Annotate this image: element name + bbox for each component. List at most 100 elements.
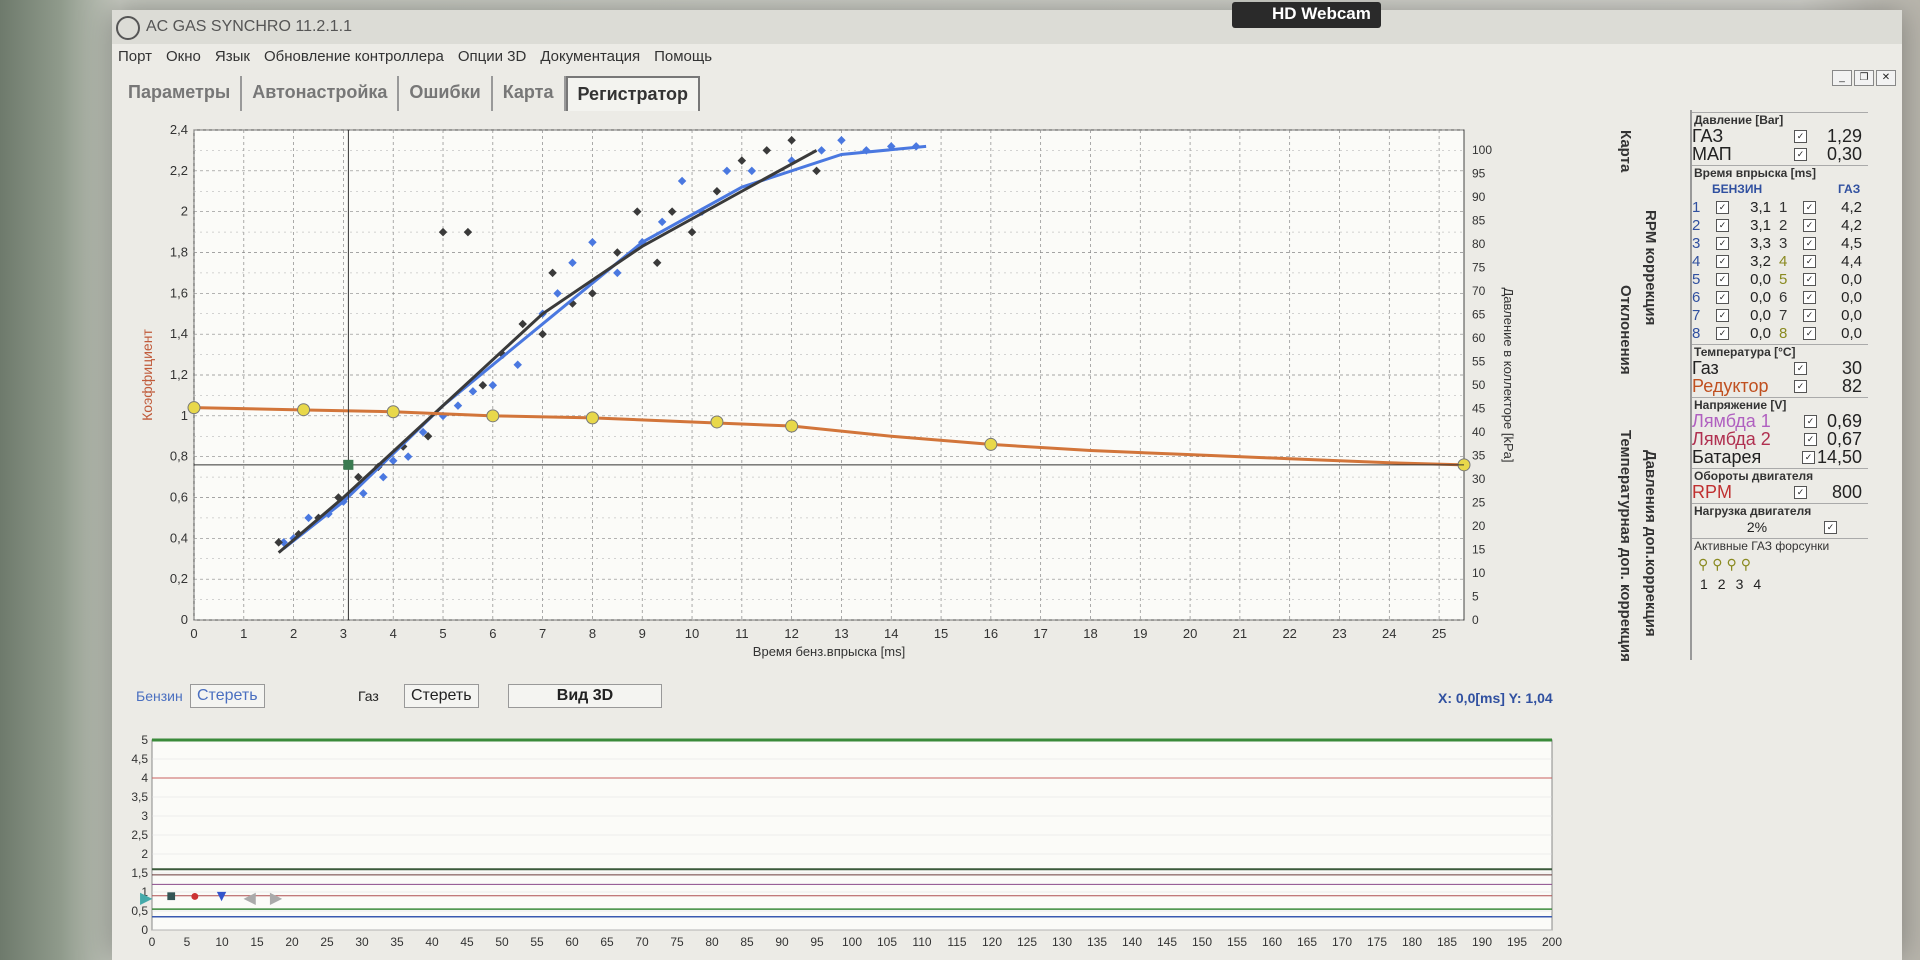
x-tick-label: 20 (1183, 626, 1197, 641)
x-tick-label: 9 (639, 626, 646, 641)
side-tab-rpm[interactable]: RPM коррекция (1642, 210, 1659, 325)
lambda2-checkbox[interactable]: ✓ (1804, 432, 1817, 446)
temp-reducer-row: Редуктор ✓ 82 (1692, 375, 1868, 396)
recorder-x-tick: 40 (425, 935, 439, 949)
recorder-x-tick: 70 (635, 935, 649, 949)
menu-item-help[interactable]: Помощь (654, 48, 712, 70)
menu-item-language[interactable]: Язык (215, 48, 250, 70)
restore-icon[interactable]: ❐ (1854, 70, 1874, 86)
injection-gas-checkbox[interactable]: ✓ (1803, 236, 1816, 250)
menu-item-options3d[interactable]: Опции 3D (458, 48, 526, 70)
injection-gas-checkbox[interactable]: ✓ (1803, 218, 1816, 232)
x-tick-label: 17 (1033, 626, 1047, 641)
screen: AC GAS SYNCHRO 11.2.1.1 HD Webcam _ ❐ ✕ … (112, 2, 1902, 960)
injection-row-number: 2 (1692, 216, 1701, 234)
rpm-label: RPM (1692, 481, 1732, 502)
x-tick-label: 2 (290, 626, 297, 641)
y-tick-label: 0,2 (170, 571, 188, 586)
injection-gas-checkbox[interactable]: ✓ (1803, 254, 1816, 268)
injection-benzin-checkbox[interactable]: ✓ (1716, 290, 1729, 304)
side-tab-temp-corr[interactable]: Температурная доп. коррекция (1617, 430, 1634, 662)
injection-header: БЕНЗИН ГАЗ (1692, 180, 1868, 198)
menu-item-port[interactable]: Порт (118, 48, 152, 70)
pressure-gas-checkbox[interactable]: ✓ (1794, 129, 1807, 143)
temp-reducer-checkbox[interactable]: ✓ (1794, 379, 1807, 393)
x-axis-label: Время бенз.впрыска [ms] (753, 644, 905, 659)
map-node (297, 403, 311, 417)
temp-gas-checkbox[interactable]: ✓ (1794, 361, 1807, 375)
tab-autotune[interactable]: Автонастройка (242, 76, 400, 111)
injection-benzin-checkbox[interactable]: ✓ (1716, 236, 1729, 250)
injection-gas-checkbox[interactable]: ✓ (1803, 290, 1816, 304)
recorder-x-tick: 145 (1157, 935, 1177, 949)
injection-gas-checkbox[interactable]: ✓ (1803, 200, 1816, 214)
recorder-x-tick: 175 (1367, 935, 1387, 949)
side-tab-map[interactable]: Карта (1617, 130, 1634, 172)
side-tab-deviations[interactable]: Отклонения (1617, 285, 1634, 375)
recorder-x-tick: 125 (1017, 935, 1037, 949)
injection-benzin-checkbox[interactable]: ✓ (1716, 218, 1729, 232)
y2-tick-label: 40 (1472, 425, 1486, 439)
play-icon[interactable]: ▶ (140, 888, 152, 908)
close-icon[interactable]: ✕ (1876, 70, 1896, 86)
temp-reducer-value: 82 (1841, 375, 1862, 396)
injection-benzin-checkbox[interactable]: ✓ (1716, 254, 1729, 268)
load-checkbox[interactable]: ✓ (1824, 520, 1837, 534)
injection-benzin-checkbox[interactable]: ✓ (1716, 272, 1729, 286)
webcam-label: HD Webcam (1232, 2, 1381, 28)
save-icon[interactable]: ▼ (214, 888, 230, 908)
y2-tick-label: 75 (1472, 261, 1486, 275)
injection-benzin-checkbox[interactable]: ✓ (1716, 326, 1729, 340)
y-tick-label: 1,4 (170, 326, 188, 341)
tab-recorder[interactable]: Регистратор (565, 76, 701, 111)
injection-benzin-checkbox[interactable]: ✓ (1716, 308, 1729, 322)
recorder-x-tick: 155 (1227, 935, 1247, 949)
injection-gas-number: 8 (1779, 324, 1788, 342)
cursor-marker (343, 459, 354, 470)
injection-gas-checkbox[interactable]: ✓ (1803, 308, 1816, 322)
injection-col-benzin: БЕНЗИН (1712, 182, 1763, 196)
y2-axis-label: Давление в коллекторе [kPa] (1501, 287, 1516, 462)
gas-clear-button[interactable]: Стереть (404, 684, 479, 708)
recorder-chart[interactable]: 00,511,522,533,544,550 5 10 15 20 25 30 35 40 45 5… (112, 720, 1632, 950)
y2-tick-label: 45 (1472, 402, 1486, 416)
next-icon[interactable]: ▶ (270, 888, 282, 908)
x-tick-label: 24 (1382, 626, 1396, 641)
injection-row: 6 ✓ 0,0 6 ✓ 0,0 (1692, 288, 1868, 306)
tab-errors[interactable]: Ошибки (399, 76, 493, 111)
battery-checkbox[interactable]: ✓ (1802, 450, 1815, 464)
injection-benzin-checkbox[interactable]: ✓ (1716, 200, 1729, 214)
minimize-icon[interactable]: _ (1832, 70, 1852, 86)
record-icon[interactable]: ● (190, 888, 200, 908)
recorder-x-tick: 135 (1087, 935, 1107, 949)
recorder-x-tick: 195 (1507, 935, 1527, 949)
injection-row: 2 ✓ 3,1 2 ✓ 4,2 (1692, 216, 1868, 234)
injection-gas-checkbox[interactable]: ✓ (1803, 272, 1816, 286)
recorder-x-tick: 65 (600, 935, 614, 949)
x-tick-label: 3 (340, 626, 347, 641)
map-chart[interactable]: 0 1 2 3 4 5 6 7 8 9 10 11 12 13 14 15 16 17 18 19 20 21 22 23 24… (132, 110, 1552, 670)
lambda1-checkbox[interactable]: ✓ (1804, 414, 1817, 428)
view-3d-button[interactable]: Вид 3D (508, 684, 662, 708)
injection-benzin-value: 0,0 (1750, 288, 1771, 306)
tab-map[interactable]: Карта (493, 76, 566, 111)
benzin-clear-button[interactable]: Стереть (190, 684, 265, 708)
benzin-label: Бензин (136, 688, 183, 704)
stop-icon[interactable]: ■ (166, 888, 176, 908)
pressure-map-label: МАП (1692, 143, 1732, 164)
injection-row-number: 7 (1692, 306, 1701, 324)
injection-gas-checkbox[interactable]: ✓ (1803, 326, 1816, 340)
tab-parameters[interactable]: Параметры (118, 76, 243, 111)
menu-item-update[interactable]: Обновление контроллера (264, 48, 444, 70)
injector-2-label: 2 (1717, 576, 1726, 592)
rpm-checkbox[interactable]: ✓ (1794, 485, 1807, 499)
side-tab-pressure-corr[interactable]: Давления доп.коррекция (1642, 450, 1659, 637)
menu-item-window[interactable]: Окно (166, 48, 201, 70)
x-tick-label: 4 (390, 626, 397, 641)
recorder-x-tick: 200 (1542, 935, 1562, 949)
y2-tick-label: 65 (1472, 308, 1486, 322)
injection-row-number: 3 (1692, 234, 1701, 252)
pressure-map-checkbox[interactable]: ✓ (1794, 147, 1807, 161)
menu-item-docs[interactable]: Документация (540, 48, 640, 70)
prev-icon[interactable]: ◀ (244, 888, 256, 908)
